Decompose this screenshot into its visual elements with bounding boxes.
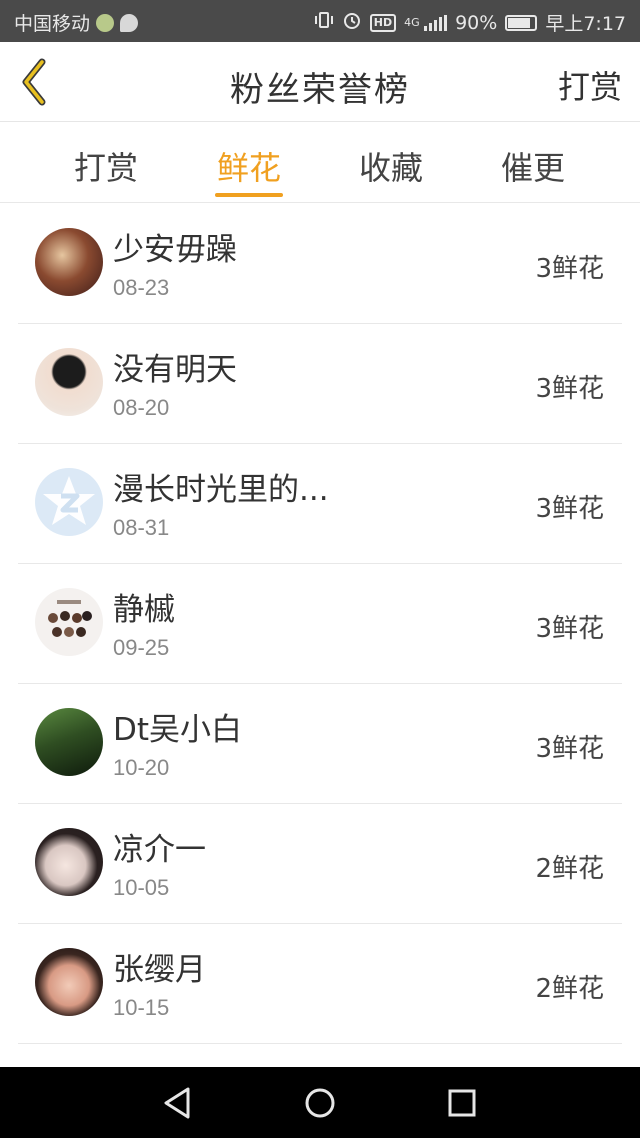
notification-app-icon (96, 13, 115, 32)
date-label: 08-23 (113, 275, 170, 300)
page-title: 粉丝荣誉榜 (230, 70, 410, 110)
user-name: 少安毋躁 (113, 232, 237, 268)
clock: 早上7:17 (545, 13, 626, 35)
avatar (35, 228, 103, 296)
battery-percent: 90% (455, 11, 498, 34)
app-header: 粉丝荣誉榜 打赏 (0, 42, 640, 122)
list-item[interactable]: 静槭 09-25 3鲜花 (18, 564, 622, 684)
nav-recents-button[interactable] (442, 1083, 482, 1123)
tab-urge-update[interactable]: 催更 (473, 143, 593, 189)
flower-count: 3鲜花 (535, 614, 604, 644)
date-label: 10-20 (113, 755, 170, 780)
group-photo-icon (48, 600, 92, 637)
battery-icon (505, 14, 538, 31)
alarm-icon (342, 10, 362, 35)
square-recents-icon (448, 1089, 476, 1117)
vibrate-icon (314, 10, 334, 35)
flower-count: 3鲜花 (535, 494, 604, 524)
user-name: 没有明天 (113, 352, 237, 388)
tab-favorites[interactable]: 收藏 (331, 143, 451, 189)
nav-back-button[interactable] (158, 1083, 198, 1123)
date-label: 10-05 (113, 875, 170, 900)
list-item[interactable]: 凉介一 10-05 2鲜花 (18, 804, 622, 924)
fan-ranking-list: 少安毋躁 08-23 3鲜花 没有明天 08-20 3鲜花 漫长时光里的... … (0, 204, 640, 1074)
system-nav-bar (0, 1067, 640, 1138)
status-left: 中国移动 (14, 9, 139, 36)
date-label: 08-20 (113, 395, 170, 420)
flower-count: 3鲜花 (535, 734, 604, 764)
avatar (35, 348, 103, 416)
avatar (35, 948, 103, 1016)
tab-flowers[interactable]: 鲜花 (189, 143, 309, 189)
avatar (35, 708, 103, 776)
circle-home-icon (305, 1088, 335, 1118)
flower-count: 3鲜花 (535, 374, 604, 404)
flower-count: 3鲜花 (535, 254, 604, 284)
user-name: 凉介一 (113, 832, 206, 868)
user-name: 静槭 (113, 592, 175, 628)
default-avatar-icon (43, 476, 95, 525)
status-right: HD 4G 90% 早上7:17 (314, 9, 626, 36)
flower-count: 2鲜花 (535, 854, 604, 884)
avatar (35, 468, 103, 536)
tab-bar: 打赏 鲜花 收藏 催更 (0, 123, 640, 203)
list-item[interactable]: 少安毋躁 08-23 3鲜花 (18, 204, 622, 324)
nav-home-button[interactable] (300, 1083, 340, 1123)
avatar (35, 828, 103, 896)
flower-count: 2鲜花 (535, 974, 604, 1004)
user-name: 张缨月 (113, 952, 206, 988)
date-label: 10-15 (113, 995, 170, 1020)
list-item[interactable]: 漫长时光里的... 08-31 3鲜花 (18, 444, 622, 564)
triangle-back-icon (164, 1087, 190, 1119)
list-item[interactable]: 张缨月 10-15 2鲜花 (18, 924, 622, 1044)
reward-button[interactable]: 打赏 (558, 62, 622, 108)
tab-reward[interactable]: 打赏 (46, 143, 166, 189)
date-label: 08-31 (113, 515, 170, 540)
list-item[interactable]: Dt吴小白 10-20 3鲜花 (18, 684, 622, 804)
date-label: 09-25 (113, 635, 170, 660)
user-name: 漫长时光里的... (113, 472, 329, 508)
list-item[interactable]: 没有明天 08-20 3鲜花 (18, 324, 622, 444)
hd-badge: HD (369, 13, 397, 32)
user-name: Dt吴小白 (113, 712, 243, 748)
signal-icon (424, 14, 448, 31)
avatar (35, 588, 103, 656)
status-bar: 中国移动 HD 4G 90% 早上7:17 (0, 0, 640, 42)
message-icon (120, 13, 139, 32)
carrier-label: 中国移动 (14, 13, 91, 35)
network-type: 4G (404, 15, 420, 29)
active-tab-indicator (215, 193, 283, 197)
